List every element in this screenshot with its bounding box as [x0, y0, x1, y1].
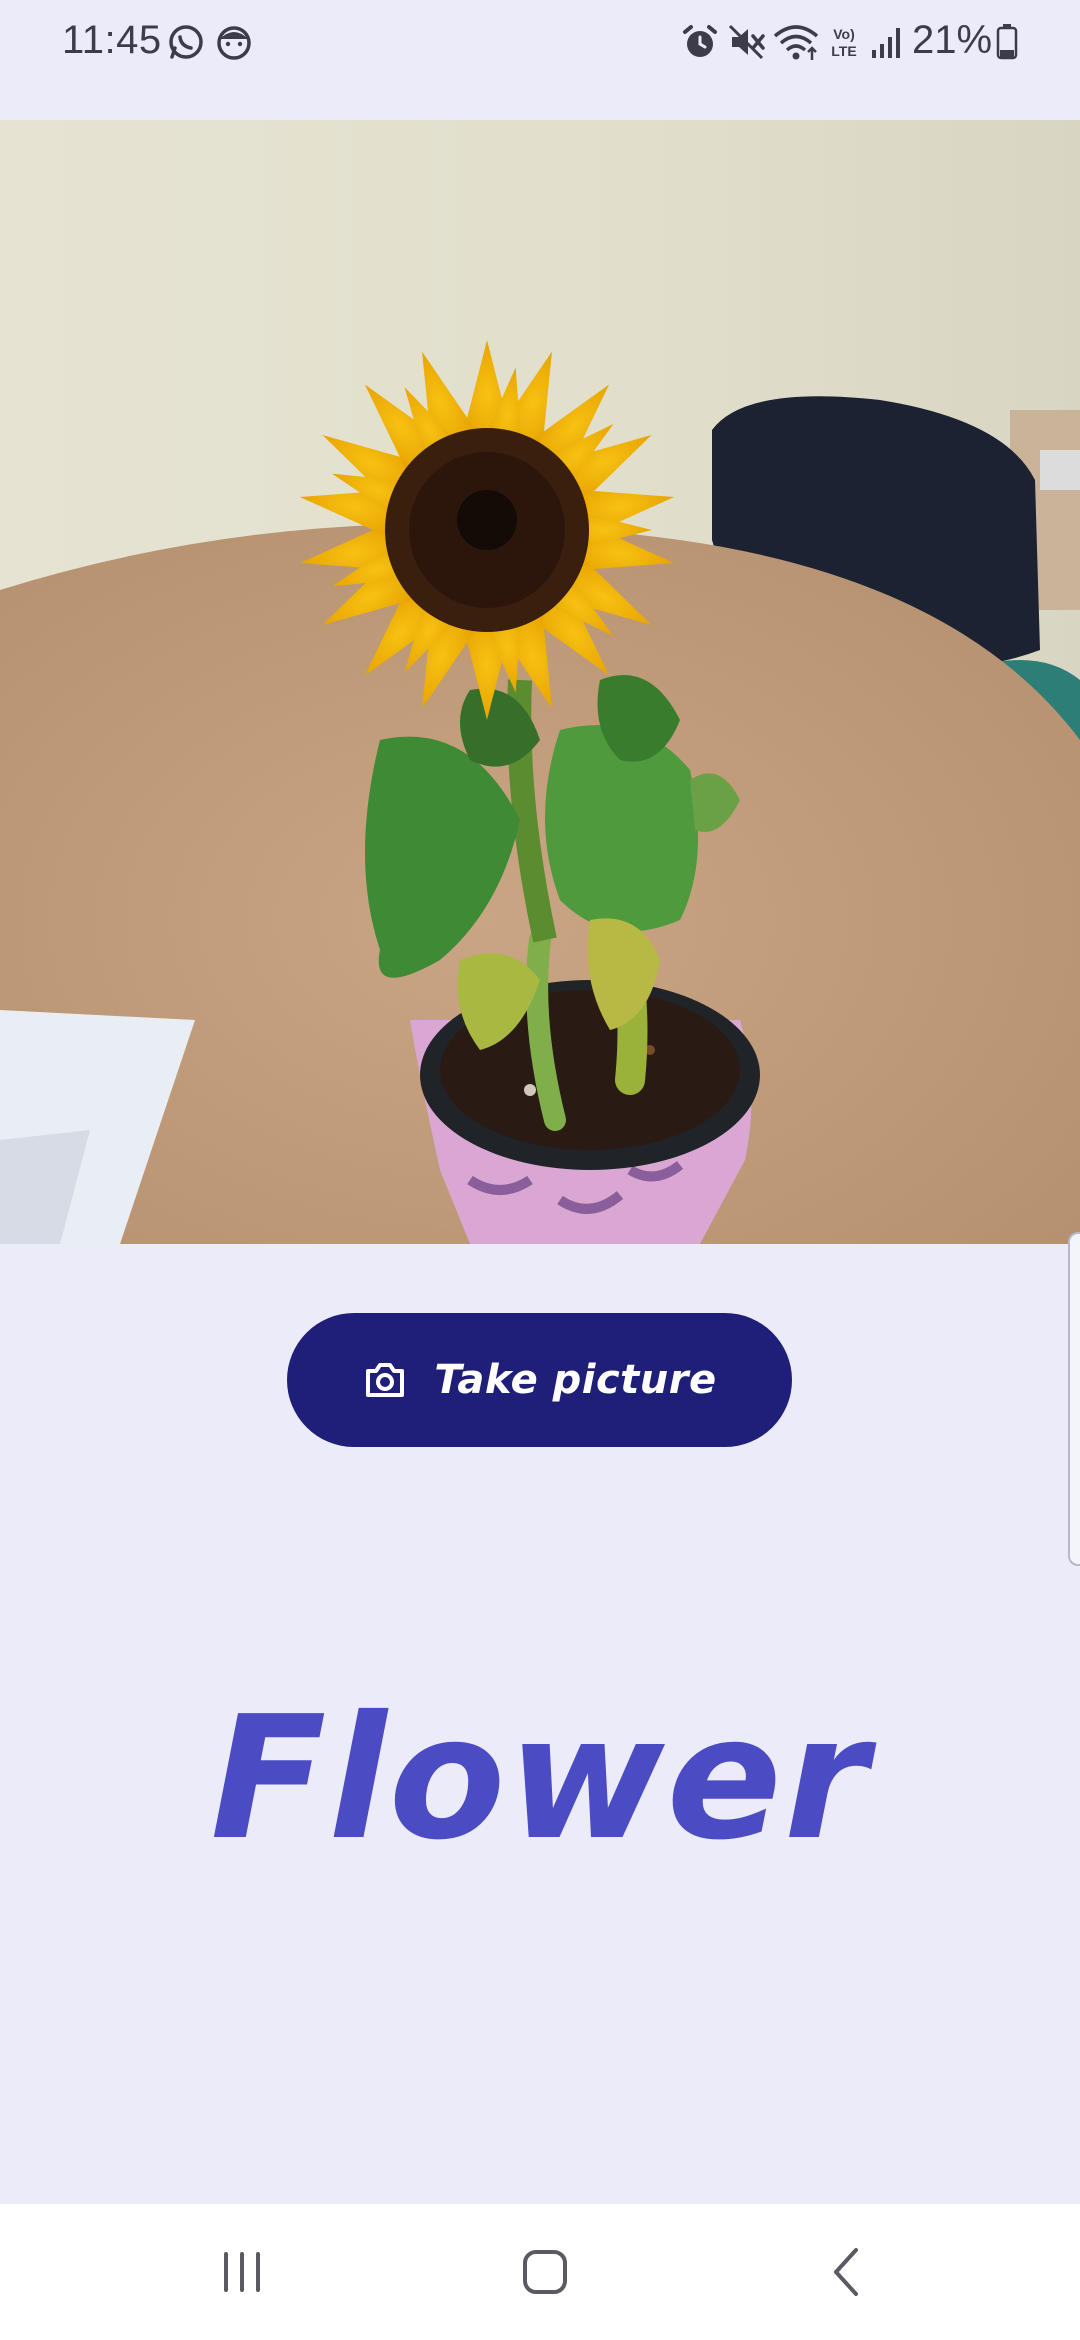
- sunflower-photo: [0, 120, 1080, 1244]
- svg-text:Vo): Vo): [833, 26, 855, 42]
- wifi-icon: [773, 25, 819, 60]
- status-bar: 11:45 Vo) LTE 21%: [0, 0, 1080, 120]
- mute-icon: [728, 24, 765, 60]
- back-button[interactable]: [818, 2242, 878, 2302]
- status-time: 11:45: [62, 18, 162, 62]
- face-icon: [217, 26, 251, 60]
- svg-text:LTE: LTE: [831, 43, 856, 59]
- take-picture-label: Take picture: [434, 1357, 717, 1403]
- home-button[interactable]: [515, 2242, 575, 2302]
- volte-icon: Vo) LTE: [831, 26, 856, 59]
- classification-result: Flower: [210, 1680, 870, 1878]
- recent-apps-button[interactable]: [212, 2242, 272, 2302]
- battery-percentage: 21%: [912, 18, 993, 62]
- alarm-icon: [683, 25, 717, 57]
- camera-icon: [366, 1363, 405, 1397]
- take-picture-button[interactable]: Take picture: [287, 1313, 792, 1447]
- battery-icon: [996, 24, 1018, 60]
- signal-icon: [872, 28, 900, 58]
- scroll-handle[interactable]: [1068, 1232, 1080, 1566]
- whatsapp-icon: [169, 25, 203, 59]
- navigation-bar: [0, 2204, 1080, 2340]
